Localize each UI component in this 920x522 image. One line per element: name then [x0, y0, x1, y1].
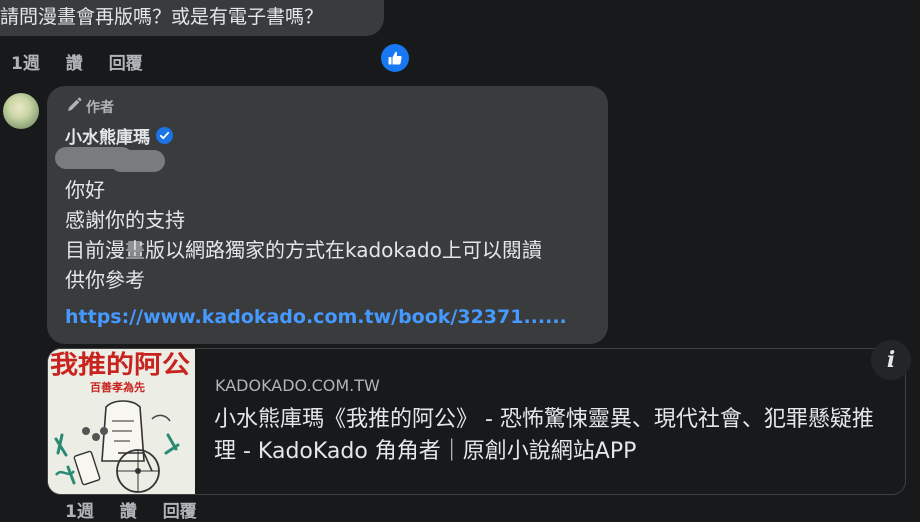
link-preview-domain: KADOKADO.COM.TW	[215, 376, 380, 395]
previous-comment-actions: 1週 讚 回覆	[11, 49, 163, 74]
reply-button[interactable]: 回覆	[163, 502, 197, 522]
reply-line: 感謝你的支持	[65, 208, 185, 232]
link-preview-thumbnail: 我推的阿公 百善孝為先	[48, 349, 195, 494]
author-badge-label: 作者	[86, 100, 114, 116]
avatar[interactable]	[3, 93, 39, 129]
reply-comment-link[interactable]: https://www.kadokado.com.tw/book/32371..…	[65, 306, 567, 328]
reply-comment-actions: 1週 讚 回覆	[65, 497, 217, 522]
reply-line: 你好	[65, 178, 105, 202]
thumbs-up-icon[interactable]	[381, 44, 409, 72]
reply-line: 目前漫畫版以網路獨家的方式在kadokado上可以閱讀	[65, 238, 542, 262]
pencil-icon	[66, 97, 82, 117]
link-preview-title[interactable]: 小水熊庫瑪《我推的阿公》 - 恐怖驚悚靈異、現代社會、犯罪懸疑推理 - Kado…	[214, 404, 894, 468]
like-button[interactable]: 讚	[66, 54, 83, 74]
author-badge: 作者	[66, 97, 114, 117]
thumbnail-title: 我推的阿公	[50, 350, 190, 379]
thumbnail-subtitle: 百善孝為先	[90, 380, 145, 394]
comment-time-link[interactable]: 1週	[65, 502, 94, 522]
blurred-mention	[55, 141, 165, 175]
previous-comment-text: 請問漫畫會再版嗎？或是有電子書嗎？	[0, 6, 324, 28]
like-button[interactable]: 讚	[120, 502, 137, 522]
reply-comment-text: 你好 感謝你的支持 目前漫畫版以網路獨家的方式在kadokado上可以閱讀 供你…	[65, 175, 542, 295]
reply-line: 供你參考	[65, 268, 145, 292]
info-icon[interactable]: i	[871, 340, 911, 380]
reply-button[interactable]: 回覆	[109, 54, 143, 74]
comment-time-link[interactable]: 1週	[11, 54, 40, 74]
